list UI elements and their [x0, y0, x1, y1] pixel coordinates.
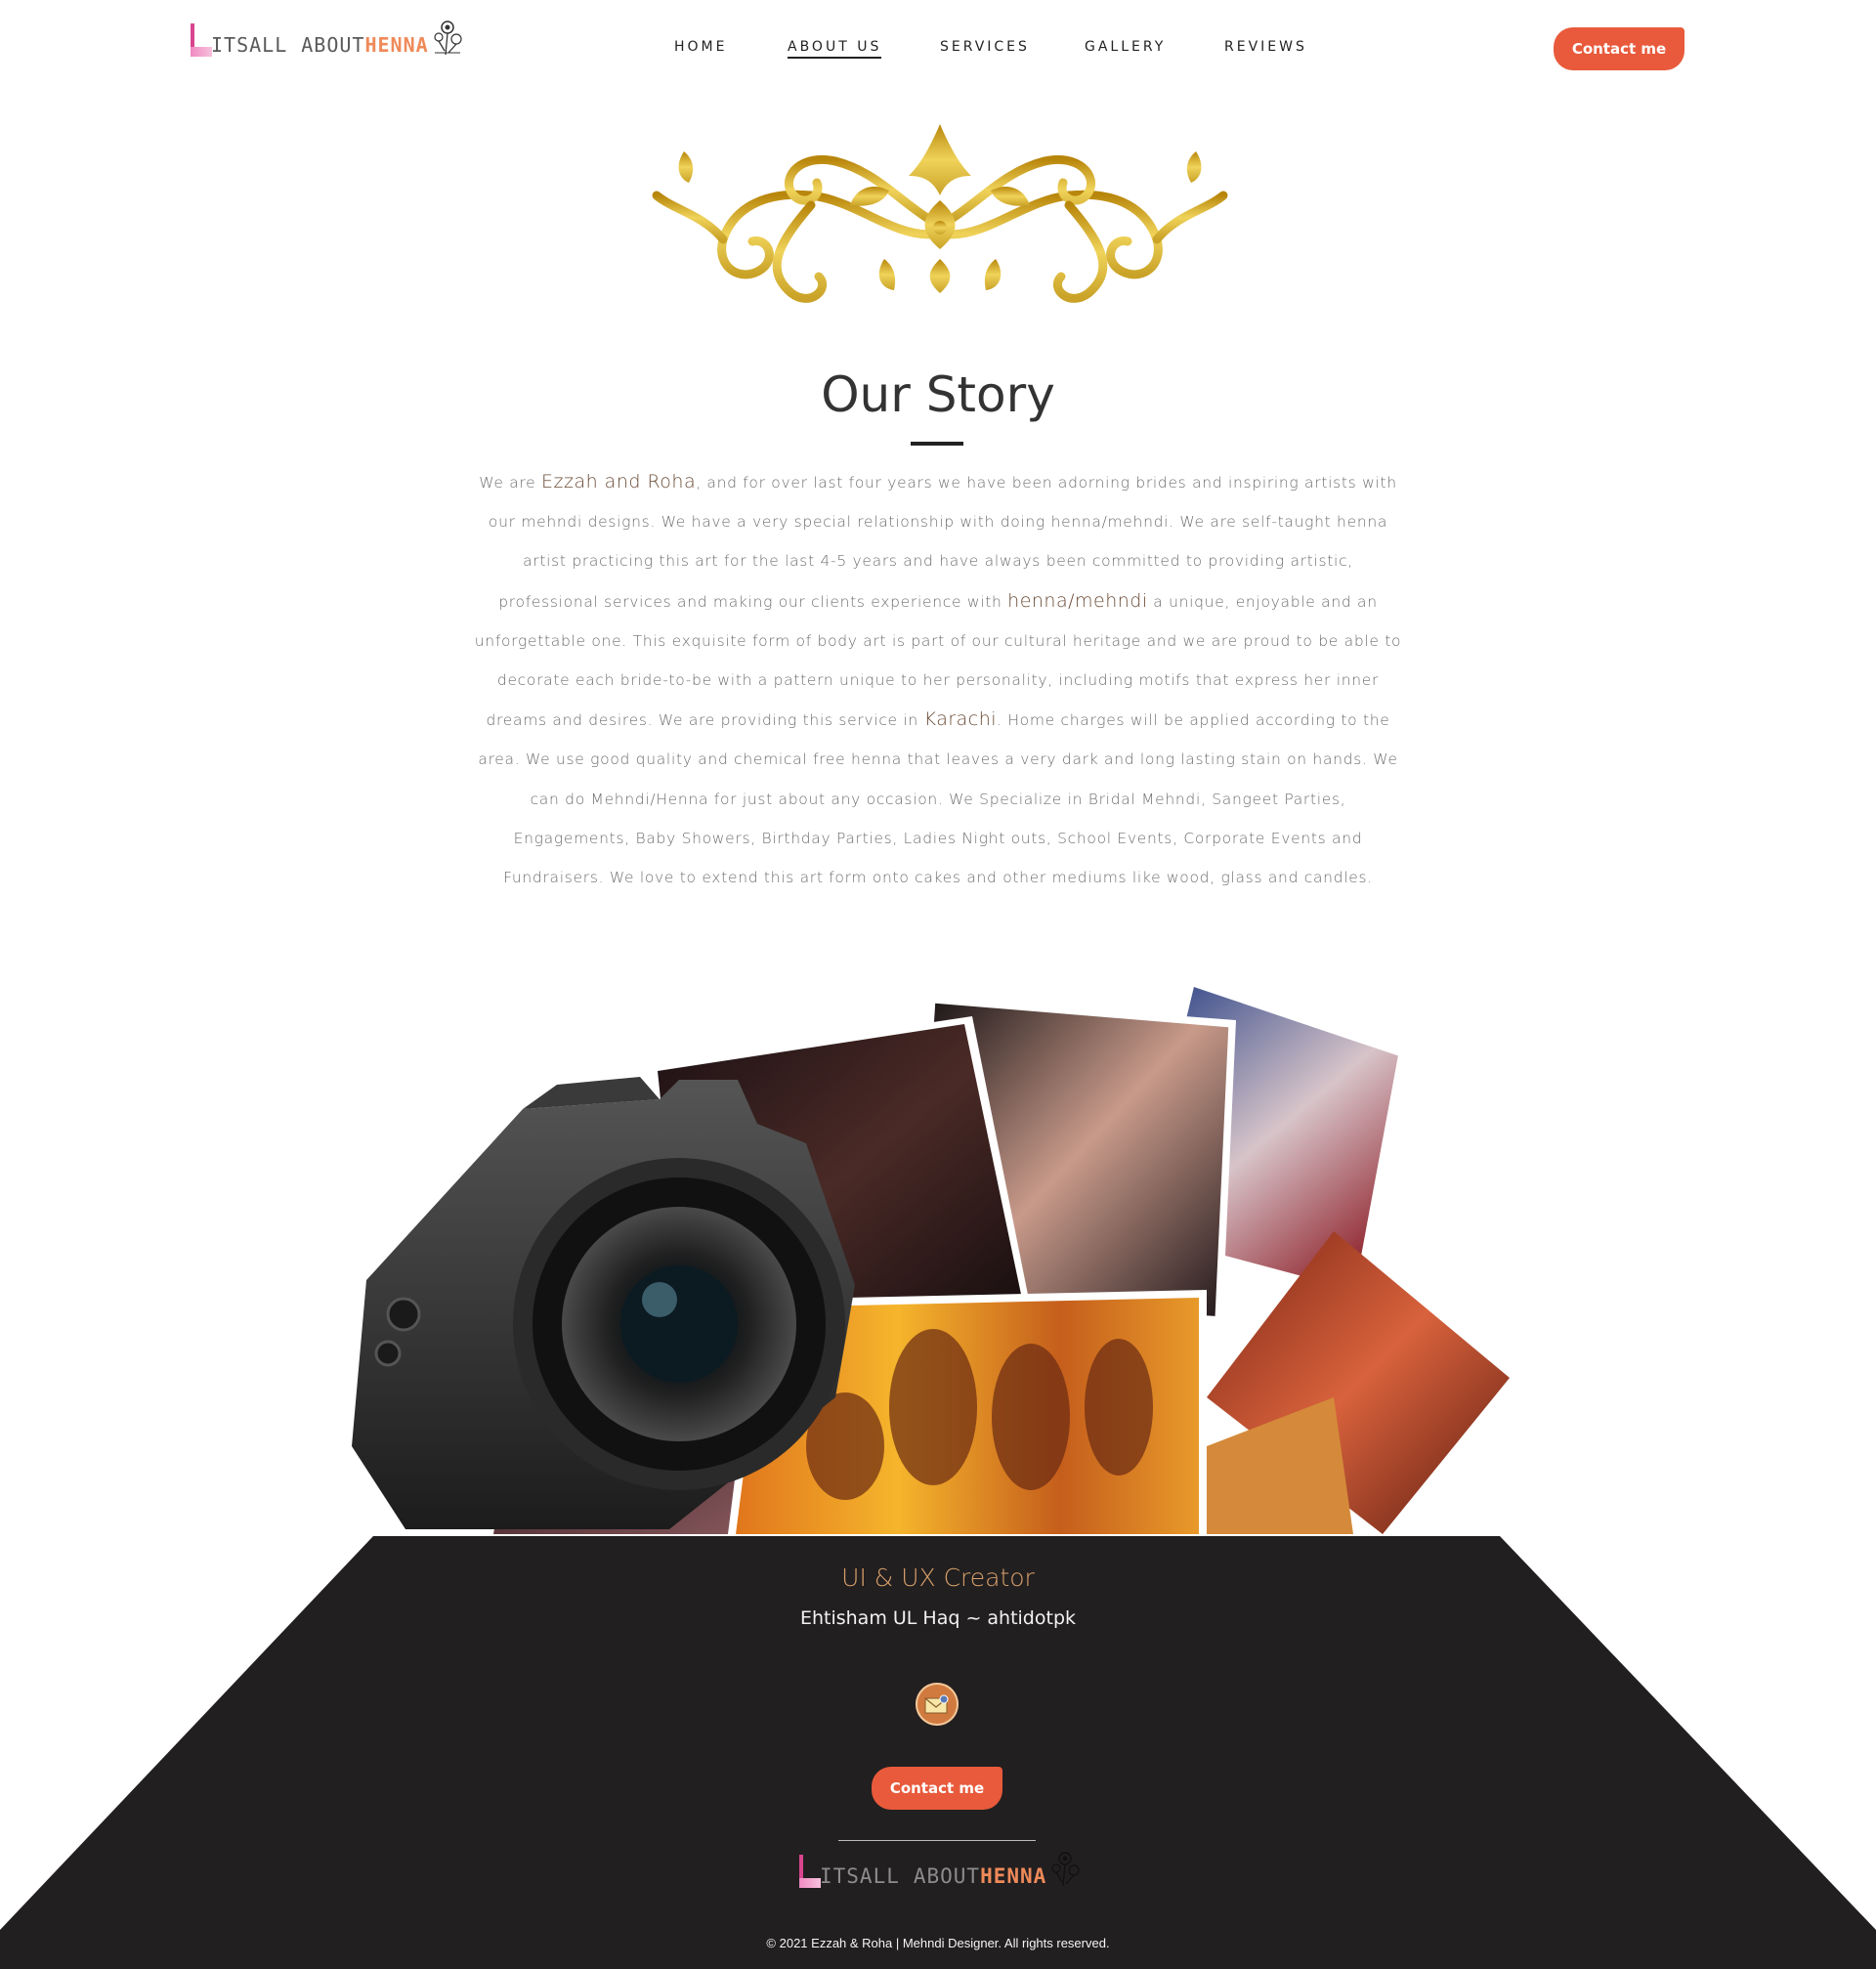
- nav-about-us[interactable]: ABOUT US: [788, 39, 882, 59]
- site-header: ITSALL ABOUT HENNA HOME ABOUT US SERVICE…: [0, 0, 1876, 107]
- story-highlight-names: Ezzah and Roha: [541, 471, 697, 492]
- site-footer: [0, 1536, 1876, 1969]
- story-highlight-city: Karachi: [923, 708, 998, 731]
- flower-icon: [1051, 1852, 1080, 1887]
- photo-collage: [352, 987, 1510, 1534]
- story-highlight-henna: henna/mehndi: [1007, 589, 1148, 612]
- footer-logo[interactable]: ITSALL ABOUT HENNA: [796, 1849, 1082, 1888]
- footer-background: [0, 1536, 1876, 1969]
- copyright-text: © 2021 Ezzah & Roha | Mehndi Designer. A…: [766, 1936, 1110, 1950]
- footer-divider: [838, 1840, 1036, 1841]
- envelope-icon: [924, 1694, 949, 1714]
- logo-word-itsall: ITSALL: [820, 1864, 900, 1888]
- nav-home[interactable]: HOME: [674, 39, 727, 55]
- story-text-part: , and for over last four years we have b…: [488, 474, 1397, 611]
- nav-services[interactable]: SERVICES: [940, 39, 1030, 55]
- nav-reviews[interactable]: REVIEWS: [1224, 39, 1307, 55]
- contact-button[interactable]: Contact me: [1554, 27, 1684, 70]
- story-paragraph: We are Ezzah and Roha, and for over last…: [471, 462, 1405, 897]
- story-text-part: We are: [479, 474, 541, 492]
- logo-word-about: ABOUT: [913, 1864, 981, 1888]
- logo-word-henna: HENNA: [980, 1864, 1047, 1888]
- gold-ornament: [652, 124, 1228, 303]
- title-underline: [911, 442, 963, 446]
- footer-contact-button[interactable]: Contact me: [872, 1767, 1002, 1810]
- mail-icon[interactable]: [916, 1683, 959, 1726]
- footer-title: UI & UX Creator: [841, 1563, 1035, 1592]
- page-title: Our Story: [821, 366, 1055, 423]
- nav-gallery[interactable]: GALLERY: [1085, 39, 1166, 55]
- story-text-part: . Home charges will be applied according…: [478, 711, 1398, 887]
- logo-mark: [796, 1855, 821, 1888]
- footer-credit: Ehtisham UL Haq ~ ahtidotpk: [799, 1607, 1077, 1629]
